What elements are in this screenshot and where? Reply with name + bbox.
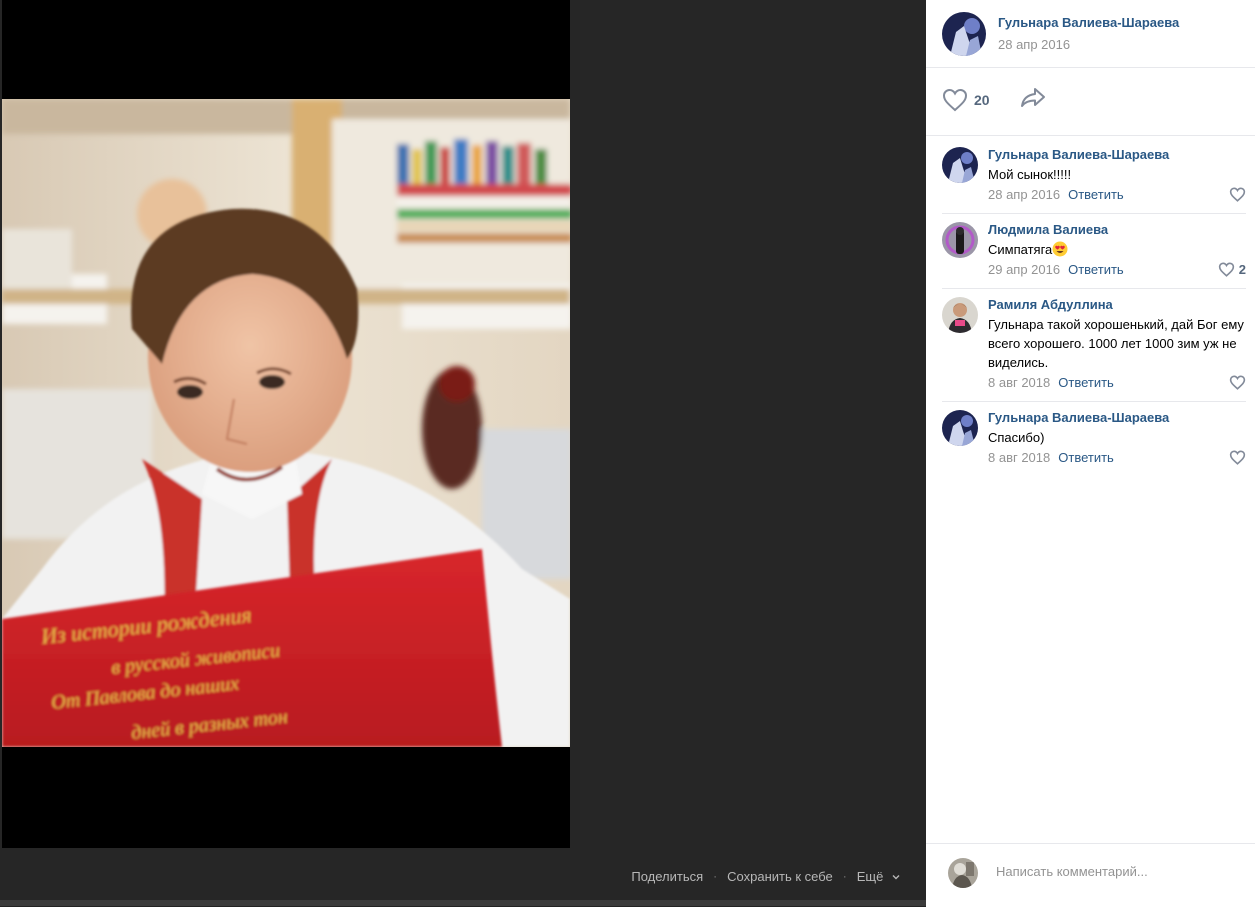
more-label: Ещё <box>856 868 884 884</box>
reply-link[interactable]: Ответить <box>1068 262 1124 277</box>
comment-author[interactable]: Рамиля Абдуллина <box>988 297 1246 313</box>
comment-like-button[interactable]: 2 <box>1218 262 1246 277</box>
post-actions: 20 <box>942 86 1046 113</box>
comment-date[interactable]: 8 авг 2018 <box>988 375 1050 390</box>
comment-text: Мой сынок!!!!! <box>988 167 1072 182</box>
comment-like-button[interactable] <box>1229 187 1246 202</box>
avatar[interactable] <box>942 410 978 446</box>
avatar[interactable] <box>942 12 986 56</box>
post-author: Гульнара Валиева-Шараева 28 апр 2016 <box>942 12 1179 56</box>
comment-like-button[interactable] <box>1229 375 1246 390</box>
avatar[interactable] <box>942 222 978 258</box>
thumbnail-strip <box>0 900 926 906</box>
comment-input[interactable] <box>996 864 1236 879</box>
heart-icon <box>942 88 968 111</box>
comment: Рамиля Абдуллина Гульнара такой хорошень… <box>942 297 1246 402</box>
comment-date[interactable]: 29 апр 2016 <box>988 262 1060 277</box>
comment: Гульнара Валиева-Шараева Мой сынок!!!!! … <box>942 147 1246 214</box>
share-button[interactable] <box>1020 86 1046 113</box>
comment-author[interactable]: Людмила Валиева <box>988 222 1246 238</box>
comments-list: Гульнара Валиева-Шараева Мой сынок!!!!! … <box>942 147 1246 484</box>
comment-like-count: 2 <box>1238 262 1246 277</box>
author-name[interactable]: Гульнара Валиева-Шараева <box>998 15 1179 30</box>
comment-author[interactable]: Гульнара Валиева-Шараева <box>988 410 1246 426</box>
heart-icon <box>1229 187 1246 202</box>
separator-dot: · <box>842 869 847 883</box>
photo-viewer: Из истории рождения в русской живописи О… <box>0 0 926 906</box>
heart-eyes-emoji-icon <box>1052 241 1068 257</box>
reply-link[interactable]: Ответить <box>1068 187 1124 202</box>
reply-link[interactable]: Ответить <box>1058 450 1114 465</box>
comment-text: Гульнара такой хорошенький, дай Бог ему … <box>988 317 1244 370</box>
share-link[interactable]: Поделиться <box>631 869 703 884</box>
chevron-down-icon <box>892 875 900 880</box>
like-button[interactable]: 20 <box>942 88 990 112</box>
comment-author[interactable]: Гульнара Валиева-Шараева <box>988 147 1246 163</box>
reply-link[interactable]: Ответить <box>1058 375 1114 390</box>
more-menu[interactable]: Ещё <box>857 869 900 884</box>
comment-date[interactable]: 8 авг 2018 <box>988 450 1050 465</box>
like-count: 20 <box>974 91 990 108</box>
photo-frame[interactable]: Из истории рождения в русской живописи О… <box>2 0 570 848</box>
heart-icon <box>1229 450 1246 465</box>
heart-icon <box>1229 375 1246 390</box>
divider <box>926 67 1255 68</box>
photo[interactable]: Из истории рождения в русской живописи О… <box>2 99 570 747</box>
avatar[interactable] <box>948 858 978 888</box>
post-date[interactable]: 28 апр 2016 <box>998 37 1179 52</box>
save-link[interactable]: Сохранить к себе <box>727 869 833 884</box>
share-arrow-icon <box>1020 88 1045 107</box>
avatar[interactable] <box>942 147 978 183</box>
separator-dot: · <box>713 869 718 883</box>
avatar[interactable] <box>942 297 978 333</box>
post-panel: Гульнара Валиева-Шараева 28 апр 2016 20 … <box>926 0 1255 907</box>
divider <box>926 135 1255 136</box>
comment-text: Симпатяга <box>988 240 1246 259</box>
comment: Гульнара Валиева-Шараева Спасибо) 8 авг … <box>942 410 1246 476</box>
viewer-actions: Поделиться · Сохранить к себе · Ещё <box>631 866 900 886</box>
comment-like-button[interactable] <box>1229 450 1246 465</box>
comment-text: Спасибо) <box>988 430 1045 445</box>
comment: Людмила Валиева Симпатяга 29 апр 2016 Отв… <box>942 222 1246 289</box>
heart-icon <box>1218 262 1234 277</box>
comment-date[interactable]: 28 апр 2016 <box>988 187 1060 202</box>
comment-composer <box>926 843 1255 907</box>
